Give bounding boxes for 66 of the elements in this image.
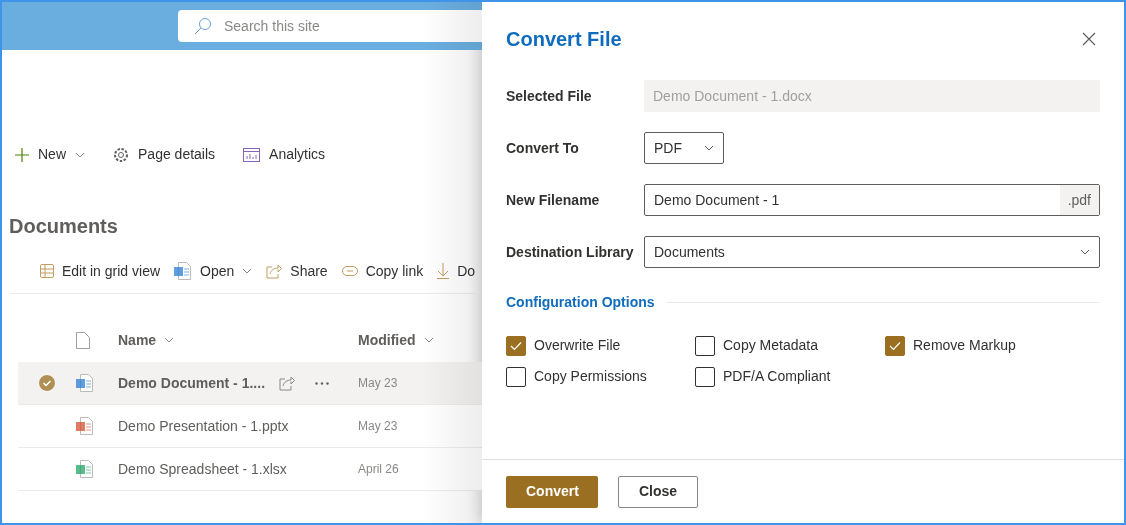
- check-circle-icon: [38, 374, 56, 392]
- library-title: Documents: [8, 214, 119, 239]
- checkbox[interactable]: [885, 335, 905, 356]
- share-icon: [266, 263, 283, 279]
- selected-file-field: Demo Document - 1.docx: [644, 80, 1100, 112]
- command-button[interactable]: Analytics: [243, 144, 326, 165]
- share-icon[interactable]: [279, 375, 296, 391]
- modified-date: April 26: [358, 461, 399, 478]
- extension-suffix: .pdf: [1059, 185, 1099, 215]
- close-panel-button[interactable]: Close: [618, 475, 698, 508]
- check-icon: [889, 340, 901, 351]
- field-label: Selected File: [506, 86, 593, 106]
- checkbox[interactable]: [695, 366, 715, 387]
- file-type-icon: [76, 331, 90, 349]
- check-icon: [510, 340, 522, 351]
- chevron-icon: [423, 337, 434, 343]
- more-icon[interactable]: [315, 381, 330, 385]
- checkbox[interactable]: [695, 335, 715, 356]
- option-checkbox[interactable]: Copy Metadata: [695, 335, 885, 356]
- document-icon: [76, 374, 94, 392]
- section-title: Configuration Options: [506, 293, 655, 312]
- document-icon: [174, 262, 193, 280]
- checkbox[interactable]: [506, 366, 526, 387]
- file-name[interactable]: Demo Document - 1....: [118, 372, 266, 394]
- file-name[interactable]: Demo Presentation - 1.pptx: [118, 415, 289, 437]
- plus-icon: [15, 147, 29, 162]
- download-icon: [437, 263, 450, 279]
- file-row[interactable]: Demo Document - 1.... May 23: [18, 362, 482, 405]
- search-icon: [194, 17, 212, 35]
- toolbar-button[interactable]: Share: [266, 260, 328, 282]
- chevron-icon: [164, 337, 175, 343]
- column-header[interactable]: Modified: [358, 329, 434, 351]
- format-dropdown[interactable]: PDF: [644, 132, 724, 164]
- library-dropdown[interactable]: Documents: [644, 236, 1100, 268]
- option-checkbox[interactable]: Copy Permissions: [506, 366, 695, 387]
- document-icon: [76, 460, 94, 478]
- settings-icon: [113, 146, 129, 163]
- close-button[interactable]: [1082, 31, 1098, 47]
- document-icon: [76, 417, 94, 435]
- chevron-icon: [704, 145, 714, 151]
- file-name[interactable]: Demo Spreadsheet - 1.xlsx: [118, 458, 287, 480]
- checkbox[interactable]: [506, 335, 526, 356]
- field-label: New Filename: [506, 190, 601, 210]
- toolbar-button[interactable]: Edit in grid view: [40, 260, 161, 282]
- search-field[interactable]: Search this site: [178, 10, 482, 42]
- column-header[interactable]: Name: [118, 329, 358, 351]
- chart-icon: [243, 147, 261, 162]
- command-button[interactable]: Page details: [113, 144, 216, 165]
- close-icon: [1082, 32, 1096, 46]
- option-checkbox[interactable]: PDF/A Compliant: [695, 366, 885, 387]
- toolbar-button[interactable]: Open: [174, 260, 253, 282]
- field-label: Convert To: [506, 138, 580, 158]
- field-label: Destination Library: [506, 242, 635, 262]
- panel-title: Convert File: [506, 27, 622, 52]
- filename-field[interactable]: Demo Document - 1 .pdf: [644, 184, 1100, 216]
- option-checkbox[interactable]: Overwrite File: [506, 335, 695, 356]
- command-button[interactable]: New: [15, 144, 85, 165]
- modified-date: May 23: [358, 375, 398, 392]
- toolbar-button[interactable]: Do: [437, 260, 476, 282]
- grid-icon: [40, 264, 54, 278]
- link-icon: [341, 266, 358, 276]
- toolbar-button[interactable]: Copy link: [341, 260, 424, 282]
- modified-date: May 23: [358, 418, 398, 435]
- convert-button[interactable]: Convert: [506, 475, 598, 508]
- option-checkbox[interactable]: Remove Markup: [885, 335, 1100, 356]
- chevron-icon: [1080, 249, 1090, 255]
